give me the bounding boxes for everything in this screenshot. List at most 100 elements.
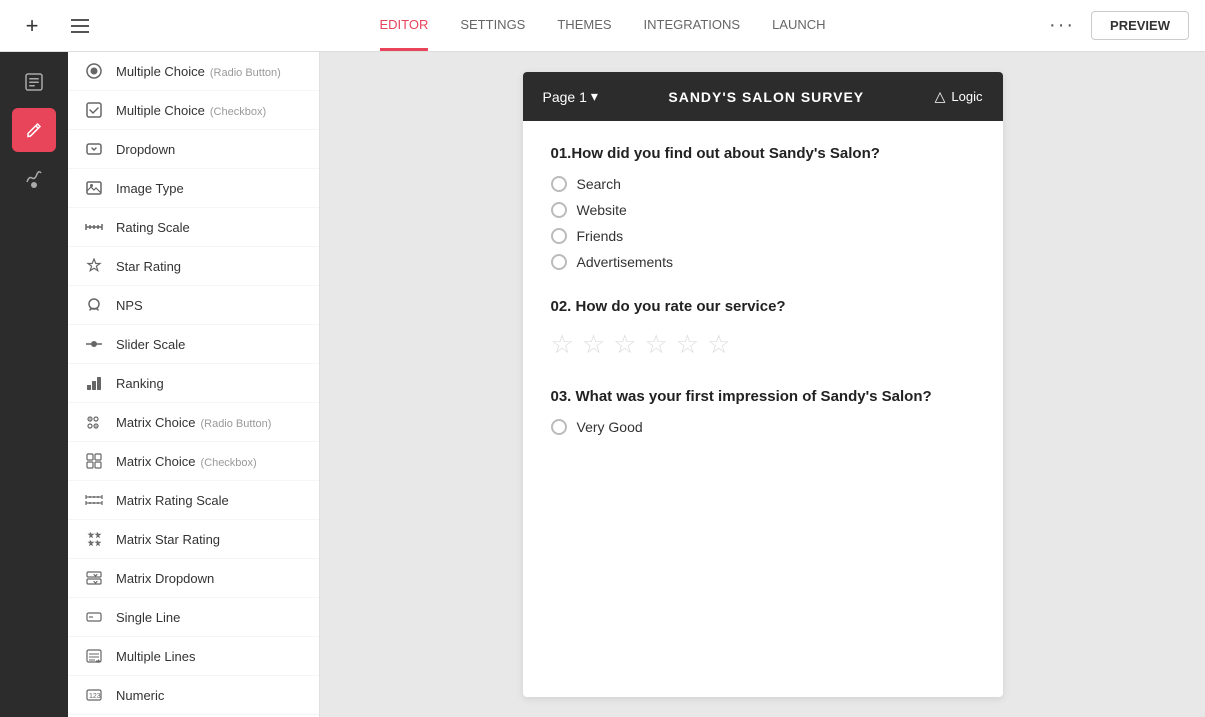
sidebar-item-label: Star Rating xyxy=(116,259,181,274)
star-1[interactable]: ☆ xyxy=(551,329,574,360)
question-3: 03. What was your first impression of Sa… xyxy=(551,388,975,435)
question-2: 02. How do you rate our service? ☆ ☆ ☆ ☆… xyxy=(551,298,975,360)
image-icon xyxy=(84,178,104,198)
matrix-rating-icon xyxy=(84,490,104,510)
star-5[interactable]: ☆ xyxy=(676,329,699,360)
sidebar-item-label: Matrix Star Rating xyxy=(116,532,220,547)
nav-right: ··· PREVIEW xyxy=(1049,11,1189,40)
page-selector[interactable]: Page 1 ▾ xyxy=(543,88,598,105)
option-advertisements[interactable]: Advertisements xyxy=(551,254,975,270)
sidebar-item-multiple-choice-checkbox[interactable]: Multiple Choice (Checkbox) xyxy=(68,91,319,130)
star-2[interactable]: ☆ xyxy=(582,329,605,360)
sidebar-item-rating-scale[interactable]: Rating Scale xyxy=(68,208,319,247)
rating-scale-icon xyxy=(84,217,104,237)
tab-launch[interactable]: LAUNCH xyxy=(772,1,825,51)
radio-circle xyxy=(551,228,567,244)
question-3-text: 03. What was your first impression of Sa… xyxy=(551,388,975,405)
survey-header: Page 1 ▾ SANDY'S SALON SURVEY △ Logic xyxy=(523,72,1003,121)
sidebar-item-label: NPS xyxy=(116,298,143,313)
sidebar-item-label: Matrix Dropdown xyxy=(116,571,214,586)
slider-icon xyxy=(84,334,104,354)
nps-icon xyxy=(84,295,104,315)
sidebar-item-label: Multiple Choice (Radio Button) xyxy=(116,64,281,79)
sidebar-item-nps[interactable]: NPS xyxy=(68,286,319,325)
radio-circle xyxy=(551,254,567,270)
option-website[interactable]: Website xyxy=(551,202,975,218)
multiple-lines-icon xyxy=(84,646,104,666)
sidebar-item-label: Image Type xyxy=(116,181,184,196)
sidebar-item-multiple-choice-radio[interactable]: Multiple Choice (Radio Button) xyxy=(68,52,319,91)
sidebar-item-slider-scale[interactable]: Slider Scale xyxy=(68,325,319,364)
radio-circle xyxy=(551,202,567,218)
option-very-good[interactable]: Very Good xyxy=(551,419,975,435)
radio-icon xyxy=(84,61,104,81)
question-1: 01.How did you find out about Sandy's Sa… xyxy=(551,145,975,270)
question-2-text: 02. How do you rate our service? xyxy=(551,298,975,315)
top-nav: + EDITOR SETTINGS THEMES INTEGRATIONS LA… xyxy=(0,0,1205,52)
sidebar-item-dropdown[interactable]: Dropdown xyxy=(68,130,319,169)
sidebar-item-matrix-star-rating[interactable]: Matrix Star Rating xyxy=(68,520,319,559)
radio-circle xyxy=(551,176,567,192)
survey-card: Page 1 ▾ SANDY'S SALON SURVEY △ Logic 01… xyxy=(523,72,1003,697)
survey-body: 01.How did you find out about Sandy's Sa… xyxy=(523,121,1003,487)
sidebar-item-matrix-dropdown[interactable]: Matrix Dropdown xyxy=(68,559,319,598)
single-line-icon xyxy=(84,607,104,627)
tab-themes[interactable]: THEMES xyxy=(557,1,611,51)
icon-bar-editor[interactable] xyxy=(12,108,56,152)
tab-integrations[interactable]: INTEGRATIONS xyxy=(644,1,741,51)
option-search[interactable]: Search xyxy=(551,176,975,192)
sidebar-item-single-line[interactable]: Single Line xyxy=(68,598,319,637)
main-content: Page 1 ▾ SANDY'S SALON SURVEY △ Logic 01… xyxy=(320,52,1205,717)
nav-tabs: EDITOR SETTINGS THEMES INTEGRATIONS LAUN… xyxy=(379,1,825,51)
sidebar-item-label: Dropdown xyxy=(116,142,175,157)
radio-circle xyxy=(551,419,567,435)
star-icon xyxy=(84,256,104,276)
matrix-star-icon xyxy=(84,529,104,549)
logic-icon: △ xyxy=(935,88,946,105)
sidebar-item-label: Multiple Lines xyxy=(116,649,196,664)
checkbox-icon xyxy=(84,100,104,120)
sidebar-item-label: Matrix Rating Scale xyxy=(116,493,229,508)
sidebar-item-label: Numeric xyxy=(116,688,164,703)
dropdown-icon xyxy=(84,139,104,159)
menu-button[interactable] xyxy=(64,10,96,42)
sidebar-item-numeric[interactable]: 123 Numeric xyxy=(68,676,319,715)
logic-button[interactable]: △ Logic xyxy=(935,88,983,105)
numeric-icon: 123 xyxy=(84,685,104,705)
sidebar-item-label: Ranking xyxy=(116,376,164,391)
svg-text:123: 123 xyxy=(89,693,101,700)
sidebar-item-ranking[interactable]: Ranking xyxy=(68,364,319,403)
sidebar-item-matrix-rating-scale[interactable]: Matrix Rating Scale xyxy=(68,481,319,520)
sidebar-item-label: Rating Scale xyxy=(116,220,190,235)
more-options-button[interactable]: ··· xyxy=(1049,14,1075,37)
star-6[interactable]: ☆ xyxy=(707,329,730,360)
survey-title: SANDY'S SALON SURVEY xyxy=(668,89,864,105)
option-friends[interactable]: Friends xyxy=(551,228,975,244)
preview-button[interactable]: PREVIEW xyxy=(1091,11,1189,40)
tab-editor[interactable]: EDITOR xyxy=(379,1,428,51)
tab-settings[interactable]: SETTINGS xyxy=(460,1,525,51)
sidebar-item-image-type[interactable]: Image Type xyxy=(68,169,319,208)
icon-bar-forms[interactable] xyxy=(12,60,56,104)
sidebar-item-star-rating[interactable]: Star Rating xyxy=(68,247,319,286)
sidebar-item-label: Matrix Choice (Radio Button) xyxy=(116,415,271,430)
star-rating-row[interactable]: ☆ ☆ ☆ ☆ ☆ ☆ xyxy=(551,329,975,360)
main-layout: Multiple Choice (Radio Button) Multiple … xyxy=(0,52,1205,717)
sidebar-item-label: Multiple Choice (Checkbox) xyxy=(116,103,266,118)
sidebar-item-label: Matrix Choice (Checkbox) xyxy=(116,454,257,469)
sidebar: Multiple Choice (Radio Button) Multiple … xyxy=(68,52,320,717)
sidebar-item-label: Slider Scale xyxy=(116,337,185,352)
matrix-dropdown-icon xyxy=(84,568,104,588)
star-4[interactable]: ☆ xyxy=(644,329,667,360)
sidebar-item-matrix-choice-checkbox[interactable]: Matrix Choice (Checkbox) xyxy=(68,442,319,481)
icon-bar-analytics[interactable] xyxy=(12,156,56,200)
icon-bar xyxy=(0,52,68,717)
sidebar-item-multiple-lines[interactable]: Multiple Lines xyxy=(68,637,319,676)
question-1-text: 01.How did you find out about Sandy's Sa… xyxy=(551,145,975,162)
sidebar-item-matrix-choice-radio[interactable]: Matrix Choice (Radio Button) xyxy=(68,403,319,442)
ranking-icon xyxy=(84,373,104,393)
matrix-radio-icon xyxy=(84,412,104,432)
nav-left: + xyxy=(16,10,96,42)
add-button[interactable]: + xyxy=(16,10,48,42)
star-3[interactable]: ☆ xyxy=(613,329,636,360)
